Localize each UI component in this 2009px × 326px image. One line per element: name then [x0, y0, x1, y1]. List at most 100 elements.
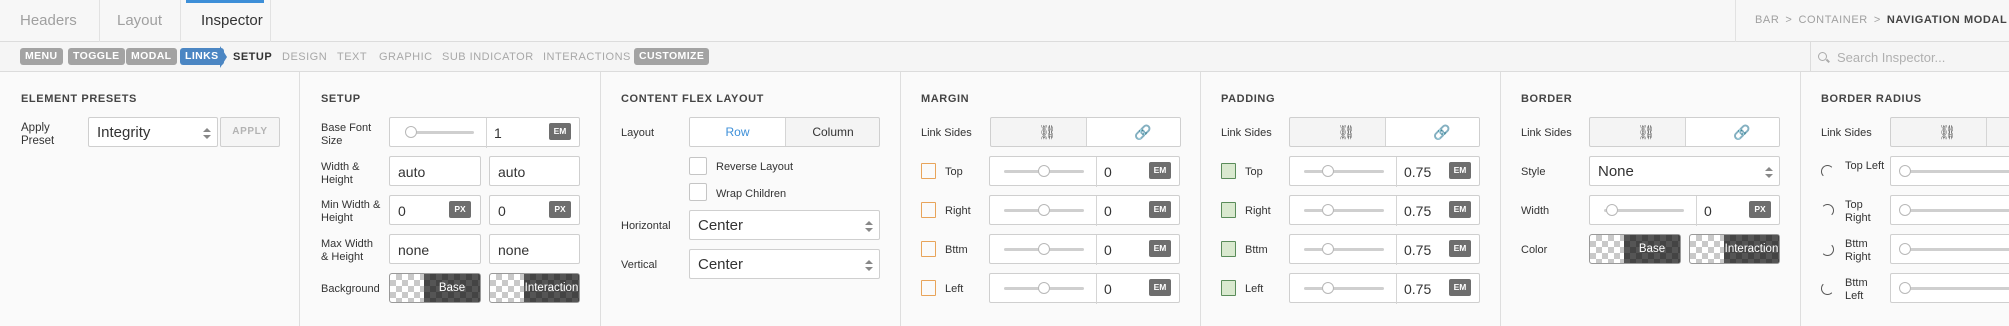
margin-slider-handle[interactable] — [1038, 165, 1050, 177]
margin-right-input[interactable]: 0 — [1104, 203, 1112, 219]
radius-slider-handle[interactable] — [1899, 165, 1911, 177]
border-interaction-color[interactable]: Interaction — [1689, 234, 1780, 264]
unit-badge[interactable]: EM — [549, 123, 571, 140]
tab-inspector[interactable]: Inspector — [201, 12, 263, 29]
subtab-sub-indicator[interactable]: SUB INDICATOR — [442, 51, 534, 63]
padding-top-input[interactable]: 0.75 — [1404, 164, 1431, 180]
padding-slider-track[interactable] — [1304, 248, 1384, 251]
unit-badge[interactable]: EM — [1449, 279, 1471, 296]
unit-badge[interactable]: EM — [1449, 201, 1471, 218]
apply-button[interactable]: APPLY — [220, 117, 280, 147]
base-font-slider-handle[interactable] — [405, 126, 418, 138]
padding-right-control[interactable]: 0.75 EM — [1289, 195, 1480, 226]
link-sides-option[interactable]: 🔗 — [1087, 118, 1180, 146]
margin-bttm-control[interactable]: 0 EM — [989, 234, 1180, 265]
breadcrumb-container[interactable]: CONTAINER — [1798, 14, 1867, 26]
radius-slider-handle[interactable] — [1899, 282, 1911, 294]
padding-left-control[interactable]: 0.75 EM — [1289, 273, 1480, 304]
link-sides-option[interactable]: 🔗 — [1686, 118, 1779, 146]
corner-top-left-control[interactable] — [1890, 156, 2009, 186]
breadcrumb-bar[interactable]: BAR — [1755, 14, 1779, 26]
unit-badge[interactable]: PX — [549, 201, 571, 218]
padding-left-input[interactable]: 0.75 — [1404, 281, 1431, 297]
unit-badge[interactable]: EM — [1149, 240, 1171, 257]
radius-slider-track[interactable] — [1905, 209, 2009, 212]
unit-badge[interactable]: EM — [1149, 162, 1171, 179]
radius-slider-handle[interactable] — [1899, 204, 1911, 216]
padding-bttm-input[interactable]: 0.75 — [1404, 242, 1431, 258]
element-pill-menu[interactable]: MENU — [20, 48, 63, 65]
radius-slider-handle[interactable] — [1899, 243, 1911, 255]
reverse-layout-checkbox[interactable] — [689, 157, 707, 175]
base-font-size-input[interactable]: 1 — [494, 125, 502, 141]
element-pill-toggle[interactable]: TOGGLE — [68, 48, 125, 65]
border-style-select[interactable]: None — [1589, 156, 1780, 186]
wrap-children-checkbox[interactable] — [689, 183, 707, 201]
link-sides-option[interactable]: 🔗 — [1386, 118, 1479, 146]
background-base-color[interactable]: Base — [389, 273, 481, 303]
subtab-text[interactable]: TEXT — [337, 51, 367, 63]
corner-top-right-control[interactable] — [1890, 195, 2009, 225]
subtab-interactions[interactable]: INTERACTIONS — [543, 51, 631, 63]
unlink-sides-option[interactable]: ⛓ — [991, 118, 1086, 146]
radius-slider-track[interactable] — [1905, 248, 2009, 251]
base-font-size-control[interactable]: 1 EM — [389, 117, 580, 148]
padding-slider-handle[interactable] — [1322, 204, 1334, 216]
subtab-design[interactable]: DESIGN — [282, 51, 327, 63]
corner-bttm-left-control[interactable] — [1890, 273, 2009, 303]
padding-slider-track[interactable] — [1304, 209, 1384, 212]
margin-right-control[interactable]: 0 EM — [989, 195, 1180, 226]
min-width-input[interactable]: 0 PX — [389, 195, 481, 225]
height-input[interactable]: auto — [489, 156, 580, 186]
search-box[interactable]: Search Inspector... — [1810, 42, 2009, 72]
margin-slider-handle[interactable] — [1038, 243, 1050, 255]
padding-slider-track[interactable] — [1304, 170, 1384, 173]
unlink-sides-option[interactable]: ⛓ — [1590, 118, 1685, 146]
margin-slider-handle[interactable] — [1038, 282, 1050, 294]
unit-badge[interactable]: EM — [1149, 279, 1171, 296]
border-base-color[interactable]: Base — [1589, 234, 1681, 264]
subtab-graphic[interactable]: GRAPHIC — [379, 51, 433, 63]
padding-bttm-control[interactable]: 0.75 EM — [1289, 234, 1480, 265]
padding-slider-handle[interactable] — [1322, 282, 1334, 294]
border-width-slider-handle[interactable] — [1606, 204, 1618, 216]
radius-slider-track[interactable] — [1905, 170, 2009, 173]
padding-slider-track[interactable] — [1304, 287, 1384, 290]
unit-badge[interactable]: EM — [1149, 201, 1171, 218]
customize-button[interactable]: CUSTOMIZE — [634, 48, 710, 65]
unit-badge[interactable]: PX — [1749, 201, 1771, 218]
radius-slider-track[interactable] — [1905, 287, 2009, 290]
search-input[interactable]: Search Inspector... — [1837, 50, 1945, 65]
tab-layout[interactable]: Layout — [117, 12, 162, 29]
vertical-align-select[interactable]: Center — [689, 249, 880, 279]
unlink-sides-option[interactable]: ⛓ — [1290, 118, 1385, 146]
max-width-input[interactable]: none — [389, 234, 481, 264]
margin-bttm-input[interactable]: 0 — [1104, 242, 1112, 258]
padding-top-control[interactable]: 0.75 EM — [1289, 156, 1480, 187]
element-pill-modal[interactable]: MODAL — [126, 48, 177, 65]
layout-row-option[interactable]: Row — [690, 118, 785, 146]
max-height-input[interactable]: none — [489, 234, 580, 264]
margin-slider-handle[interactable] — [1038, 204, 1050, 216]
preset-select[interactable]: Integrity — [88, 117, 218, 147]
padding-slider-handle[interactable] — [1322, 243, 1334, 255]
unlink-sides-option[interactable]: ⛓ — [1891, 118, 1986, 146]
background-interaction-color[interactable]: Interaction — [489, 273, 580, 303]
unit-badge[interactable]: PX — [449, 201, 471, 218]
corner-bttm-right-control[interactable] — [1890, 234, 2009, 264]
margin-left-input[interactable]: 0 — [1104, 281, 1112, 297]
min-height-input[interactable]: 0 PX — [489, 195, 580, 225]
horizontal-align-select[interactable]: Center — [689, 210, 880, 240]
unit-badge[interactable]: EM — [1449, 162, 1471, 179]
padding-slider-handle[interactable] — [1322, 165, 1334, 177]
unit-badge[interactable]: EM — [1449, 240, 1471, 257]
tab-headers[interactable]: Headers — [20, 12, 77, 29]
margin-left-control[interactable]: 0 EM — [989, 273, 1180, 304]
element-pill-links[interactable]: LINKS — [180, 48, 224, 65]
width-input[interactable]: auto — [389, 156, 481, 186]
subtab-setup[interactable]: SETUP — [233, 51, 272, 63]
margin-top-control[interactable]: 0 EM — [989, 156, 1180, 187]
border-width-control[interactable]: 0 PX — [1589, 195, 1780, 226]
border-width-input[interactable]: 0 — [1704, 203, 1712, 219]
padding-right-input[interactable]: 0.75 — [1404, 203, 1431, 219]
